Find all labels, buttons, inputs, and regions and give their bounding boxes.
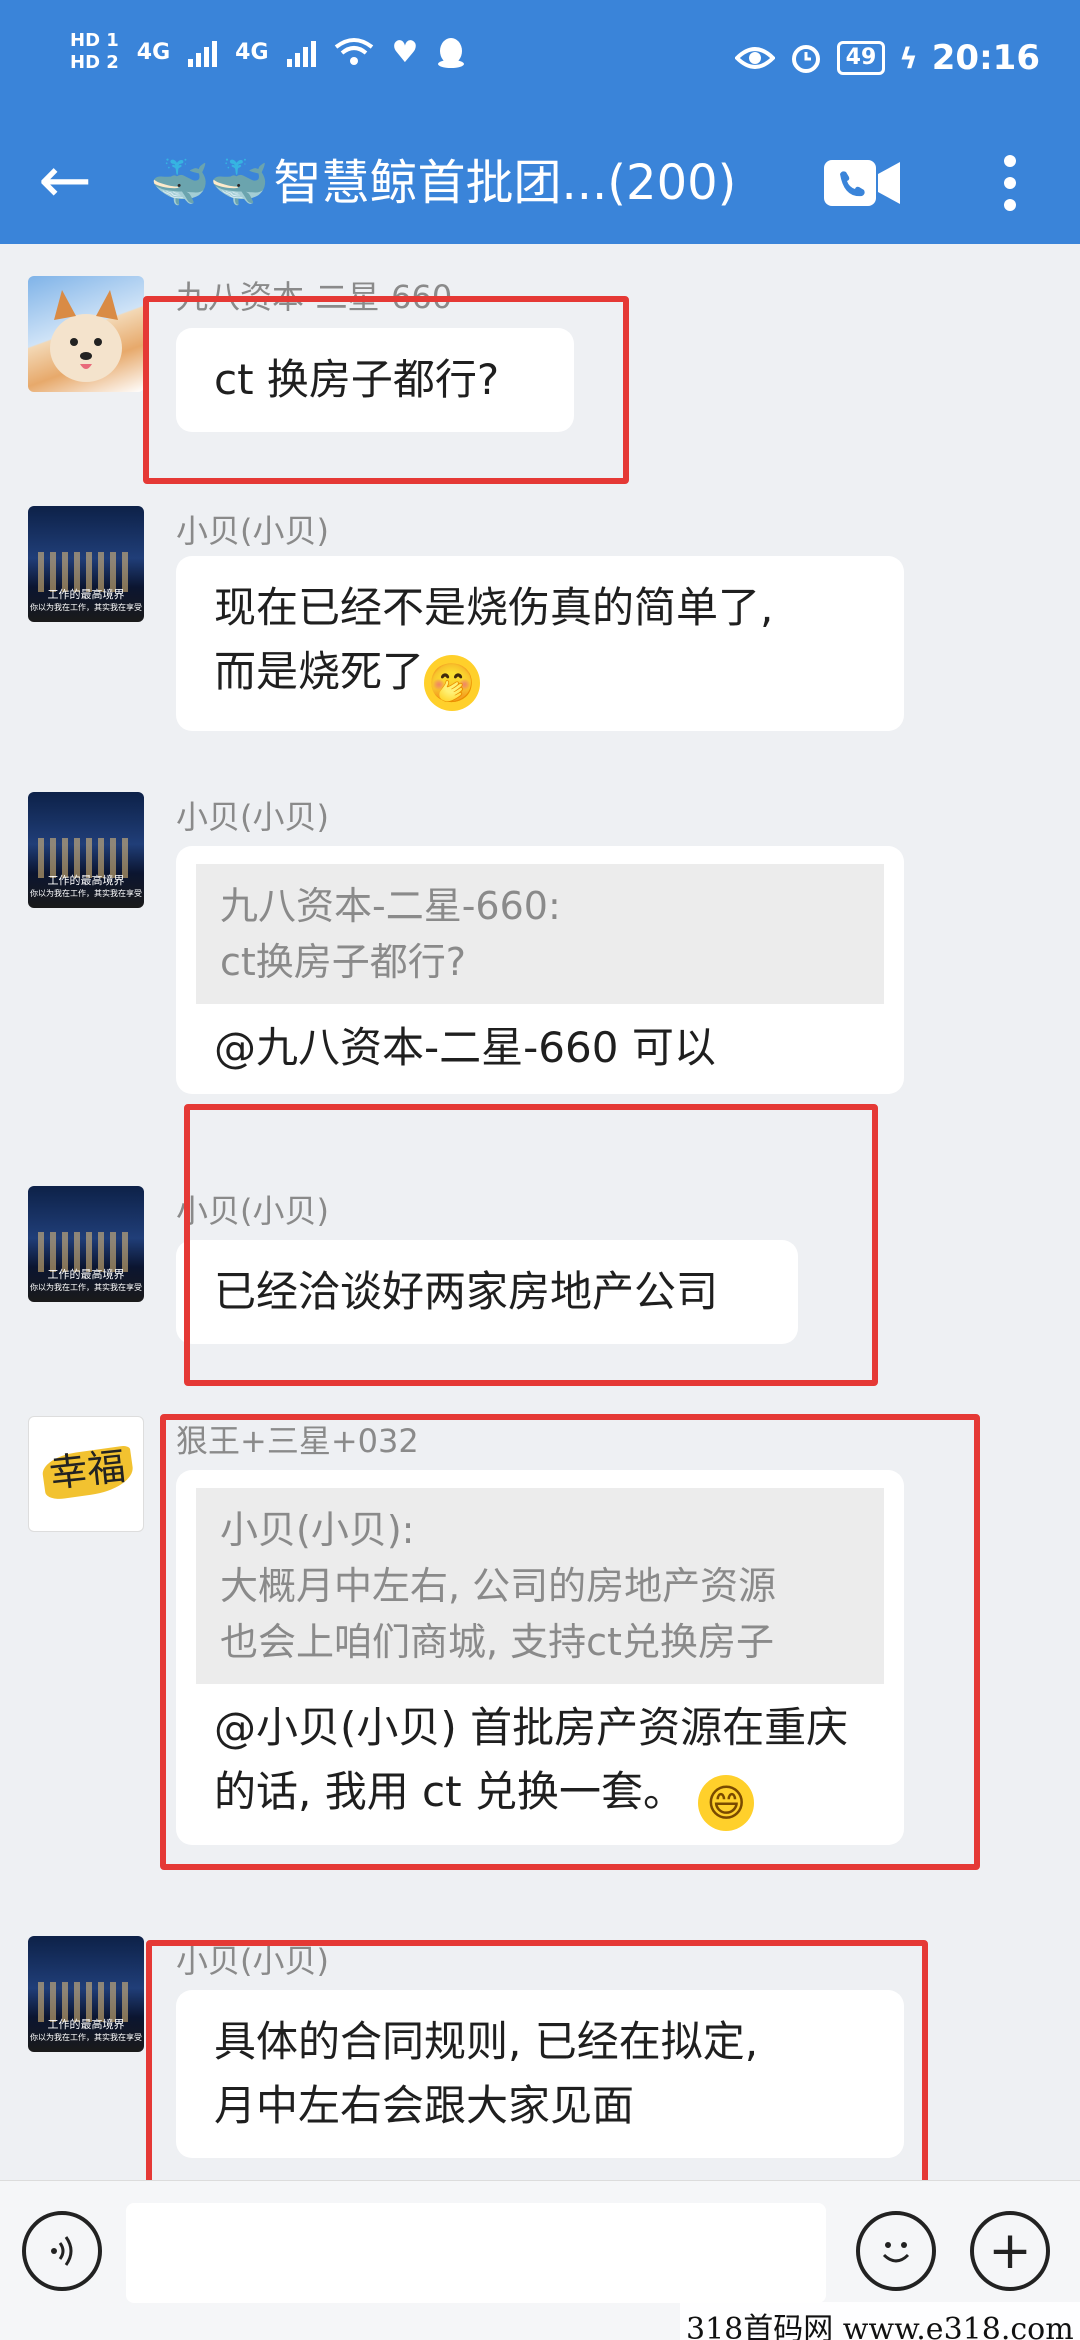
clock-time: 20:16 <box>931 38 1040 78</box>
message-text: 已经洽谈好两家房地产公司 <box>214 1267 719 1316</box>
alarm-icon <box>791 45 820 73</box>
eye-icon <box>734 47 775 69</box>
network-type-2: 4G <box>235 39 269 65</box>
more-options-icon[interactable] <box>990 142 1030 224</box>
quoted-message[interactable]: 九八资本-二星-660: ct换房子都行? <box>196 864 884 1004</box>
message-text: @小贝(小贝) 首批房产资源在重庆 <box>214 1703 849 1752</box>
avatar[interactable]: 工作的最高境界 你以为我在工作，其实我在享受 <box>28 506 144 622</box>
plus-icon[interactable]: + <box>970 2211 1050 2291</box>
status-left: HD 1 HD 2 4G 4G ♥ <box>70 30 466 74</box>
back-arrow-icon[interactable]: ← <box>30 148 100 218</box>
message-text: @九八资本-二星-660 可以 <box>214 1023 716 1072</box>
group-title[interactable]: 🐳🐳智慧鲸首批团...(200) <box>150 148 736 218</box>
message-text-line-2: 而是烧死了 🤭 <box>214 640 866 711</box>
sound-wave-icon <box>51 2236 73 2266</box>
wifi-icon <box>334 38 373 65</box>
quote-text: 大概月中左右, 公司的房地产资源 <box>220 1564 777 1608</box>
avatar[interactable]: 工作的最高境界 你以为我在工作，其实我在享受 <box>28 1936 144 2052</box>
avatar-caption: 工作的最高境界 你以为我在工作，其实我在享受 <box>30 1268 142 1292</box>
message-text: 具体的合同规则, 已经在拟定, <box>214 2017 759 2066</box>
message-bubble[interactable]: 具体的合同规则, 已经在拟定, 月中左右会跟大家见面 <box>176 1990 904 2158</box>
chat-header: ← 🐳🐳智慧鲸首批团...(200) <box>0 122 1080 244</box>
avatar[interactable]: 工作的最高境界 你以为我在工作，其实我在享受 <box>28 792 144 908</box>
video-call-icon[interactable] <box>822 152 902 214</box>
status-bar: HD 1 HD 2 4G 4G ♥ 49 ϟ 20:16 <box>0 0 1080 122</box>
emoji-icon: 🤭 <box>424 655 481 711</box>
fortune-calligraphy: 幸福 <box>47 1444 128 1496</box>
message-sender: 狠王+三星+032 <box>176 1422 419 1460</box>
message-sender: 小贝(小贝) <box>176 1192 329 1230</box>
hd-2-label: HD 2 <box>70 52 119 73</box>
message-text: 现在已经不是烧伤真的简单了, <box>214 583 774 632</box>
message-sender: 小贝(小贝) <box>176 512 329 550</box>
status-right: 49 ϟ 20:16 <box>734 38 1040 78</box>
heart-icon: ♥ <box>391 34 419 70</box>
message-text: ct 换房子都行? <box>214 355 500 404</box>
voice-input-icon[interactable] <box>22 2211 102 2291</box>
emoji-picker-icon[interactable] <box>856 2211 936 2291</box>
quote-text: ct换房子都行? <box>220 940 466 984</box>
quote-text-line-3: 也会上咱们商城, 支持ct兑换房子 <box>220 1620 774 1664</box>
message-bubble[interactable]: 小贝(小贝): 大概月中左右, 公司的房地产资源 也会上咱们商城, 支持ct兑换… <box>176 1470 904 1845</box>
quote-author: 九八资本-二星-660: <box>220 884 561 928</box>
signal-2-icon <box>286 37 316 67</box>
message-sender: 小贝(小贝) <box>176 1942 329 1980</box>
avatar-caption: 工作的最高境界 你以为我在工作，其实我在享受 <box>30 874 142 898</box>
qq-penguin-icon <box>438 38 465 68</box>
avatar[interactable]: 工作的最高境界 你以为我在工作，其实我在享受 <box>28 1186 144 1302</box>
network-type-1: 4G <box>136 39 171 65</box>
message-input[interactable] <box>126 2203 826 2303</box>
message-bubble[interactable]: 现在已经不是烧伤真的简单了, 而是烧死了 🤭 <box>176 556 904 731</box>
quoted-message[interactable]: 小贝(小贝): 大概月中左右, 公司的房地产资源 也会上咱们商城, 支持ct兑换… <box>196 1488 884 1684</box>
hd-indicator: HD 1 HD 2 <box>70 30 119 74</box>
dog-face-icon <box>50 290 122 382</box>
smile-face-icon <box>882 2242 910 2263</box>
message-bubble[interactable]: 九八资本-二星-660: ct换房子都行? @九八资本-二星-660 可以 <box>176 846 904 1094</box>
message-bubble[interactable]: 已经洽谈好两家房地产公司 <box>176 1240 798 1344</box>
signal-1-icon <box>188 37 218 67</box>
avatar[interactable] <box>28 276 144 392</box>
whale-emoji-icon: 🐳🐳 <box>150 155 270 211</box>
avatar-caption: 工作的最高境界 你以为我在工作，其实我在享受 <box>30 2018 142 2042</box>
message-text-line-2: 月中左右会跟大家见面 <box>214 2081 635 2130</box>
avatar-caption: 工作的最高境界 你以为我在工作，其实我在享受 <box>30 588 142 612</box>
message-sender: 小贝(小贝) <box>176 798 329 836</box>
hd-1-label: HD 1 <box>70 30 119 51</box>
charging-icon: ϟ <box>899 41 918 75</box>
grin-emoji-icon: 😄 <box>698 1775 755 1831</box>
message-text-line-2: 的话, 我用 ct 兑换一套。 😄 <box>196 1760 884 1831</box>
avatar[interactable]: 幸福 <box>28 1416 144 1532</box>
battery-level: 49 <box>836 41 886 75</box>
message-sender: 九八资本-二星-660 <box>176 278 453 316</box>
message-bubble[interactable]: ct 换房子都行? <box>176 328 574 432</box>
quote-author: 小贝(小贝): <box>220 1508 415 1552</box>
group-title-text: 智慧鲸首批团...(200) <box>273 155 737 211</box>
watermark: 318首码网 www.e318.com <box>680 2302 1080 2340</box>
